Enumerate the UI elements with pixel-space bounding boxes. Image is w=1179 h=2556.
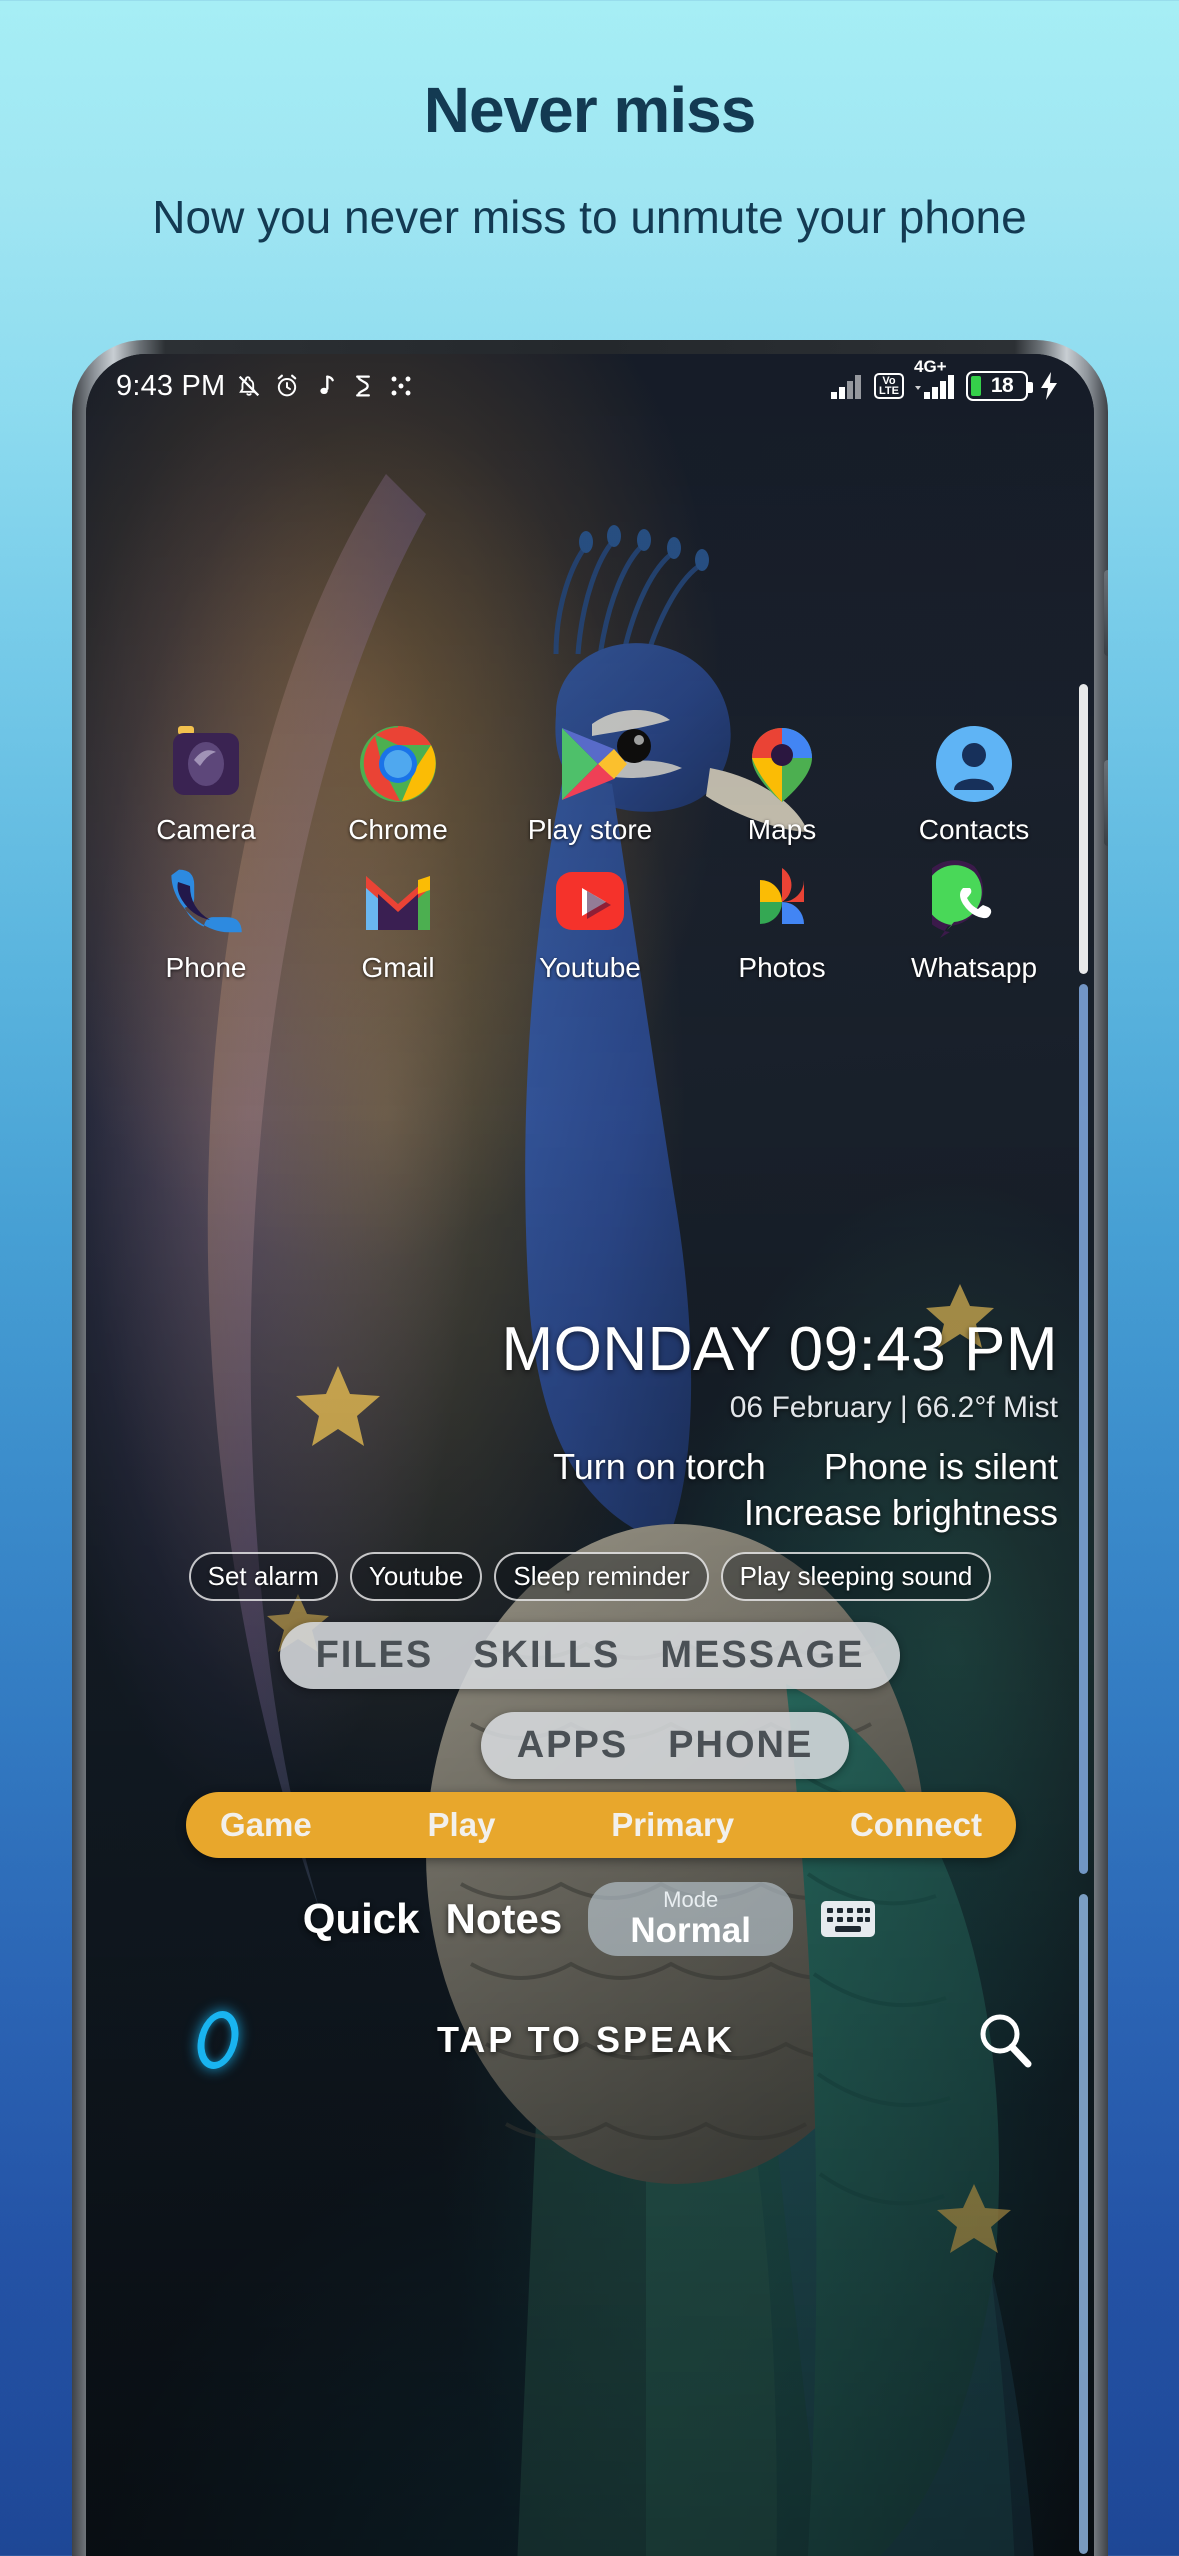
keyboard-icon[interactable]	[819, 1897, 877, 1941]
orange-action-bar: Game Play Primary Connect	[186, 1792, 1016, 1858]
action-phone-is-silent[interactable]: Phone is silent	[824, 1446, 1058, 1487]
app-photos[interactable]: Photos	[696, 860, 868, 984]
network-indicator: 4G+	[914, 357, 956, 400]
clock-widget[interactable]: MONDAY 09:43 PM 06 February | 66.2°f Mis…	[86, 1314, 1094, 1425]
phone-mockup: 9:43 PM Vo LTE 4G+ 18 Camera Chrome Play…	[72, 340, 1108, 2556]
app-label: Camera	[156, 814, 256, 845]
mode-value: Normal	[630, 1911, 751, 1951]
quick-button[interactable]: Quick	[303, 1895, 420, 1943]
app-label: Gmail	[361, 952, 435, 983]
clock-main: MONDAY 09:43 PM	[501, 1315, 1058, 1384]
page-subtitle: Now you never miss to unmute your phone	[152, 191, 1027, 243]
capsule-row-top: FILES SKILLS MESSAGE	[86, 1622, 1094, 1689]
app-label: Youtube	[539, 952, 641, 983]
play-store-app-icon	[548, 722, 632, 806]
action-turn-on-torch[interactable]: Turn on torch	[553, 1446, 766, 1487]
photos-app-icon	[740, 860, 824, 944]
alarm-clock-icon	[278, 374, 297, 397]
status-time: 9:43 PM	[116, 369, 226, 402]
chip-set-alarm[interactable]: Set alarm	[188, 1552, 338, 1601]
app-label: Contacts	[918, 814, 1030, 845]
app-row-2: Phone Gmail Youtube Photos Whatsapp	[120, 860, 1060, 984]
tap-to-speak-label: TAP TO SPEAK	[436, 2019, 736, 2060]
action-row-2: Increase brightness	[122, 1490, 1058, 1536]
phone-app-icon	[164, 860, 248, 944]
app-row-1: Camera Chrome Play store Maps Contacts	[120, 722, 1060, 846]
search-icon[interactable]	[974, 2009, 1036, 2071]
orange-item-game[interactable]: Game	[220, 1806, 312, 1844]
network-type-label: 4G+	[914, 357, 947, 376]
capsule-item-files[interactable]: FILES	[316, 1634, 434, 1677]
capsule-item-message[interactable]: MESSAGE	[660, 1634, 864, 1677]
app-label: Photos	[738, 952, 826, 983]
status-bar: 9:43 PM Vo LTE 4G+ 18	[86, 354, 1094, 418]
tap-to-speak-bar[interactable]: TAP TO SPEAK	[86, 1994, 1094, 2086]
orange-item-primary[interactable]: Primary	[611, 1806, 734, 1844]
mode-label: Mode	[663, 1887, 719, 1912]
volume-down-button[interactable]	[1104, 760, 1108, 846]
capsule-item-phone[interactable]: PHONE	[668, 1724, 813, 1767]
app-camera[interactable]: Camera	[120, 722, 292, 846]
status-bar-left: 9:43 PM	[116, 370, 415, 403]
hourglass-icon	[356, 375, 371, 397]
clock-date-weather: 06 February | 66.2°f Mist	[729, 1391, 1058, 1424]
app-phone[interactable]: Phone	[120, 860, 292, 984]
assistant-actions: Turn on torch Phone is silent Increase b…	[86, 1444, 1094, 1536]
gmail-app-icon	[356, 860, 440, 944]
chrome-app-icon	[356, 722, 440, 806]
action-row-1: Turn on torch Phone is silent	[122, 1444, 1058, 1490]
orange-item-play[interactable]: Play	[428, 1806, 496, 1844]
mute-bell-icon	[239, 375, 260, 397]
app-label: Maps	[747, 814, 817, 845]
hero-header: Never miss Now you never miss to unmute …	[0, 0, 1179, 249]
quick-notes-row: Quick Notes Mode Normal	[86, 1882, 1094, 1957]
app-gmail[interactable]: Gmail	[312, 860, 484, 984]
app-grid: Camera Chrome Play store Maps Contacts P…	[86, 722, 1094, 998]
volte-badge: Vo LTE	[874, 372, 904, 400]
notes-button[interactable]: Notes	[446, 1895, 563, 1943]
app-maps[interactable]: Maps	[696, 722, 868, 846]
page-title: Never miss	[423, 74, 757, 146]
charging-bolt-icon	[1041, 372, 1057, 400]
capsule-files-skills-message: FILES SKILLS MESSAGE	[279, 1622, 901, 1689]
battery-percent: 18	[990, 374, 1014, 397]
battery-indicator: 18	[966, 371, 1033, 401]
suggestion-chips: Set alarm Youtube Sleep reminder Play sl…	[86, 1552, 1094, 1601]
phone-screen: 9:43 PM Vo LTE 4G+ 18 Camera Chrome Play…	[86, 354, 1094, 2556]
app-contacts[interactable]: Contacts	[888, 722, 1060, 846]
edge-indicator-bottom	[1079, 1894, 1088, 2554]
app-play-store[interactable]: Play store	[504, 722, 676, 846]
battery-fill	[971, 376, 981, 396]
chip-play-sleeping-sound[interactable]: Play sleeping sound	[720, 1552, 992, 1601]
camera-app-icon	[164, 722, 248, 806]
contacts-app-icon	[932, 722, 1016, 806]
capsule-row-bottom: APPS PHONE	[86, 1712, 1094, 1779]
maps-app-icon	[740, 722, 824, 806]
signal-bars-sim1-icon	[831, 375, 862, 399]
orange-item-connect[interactable]: Connect	[850, 1806, 982, 1844]
youtube-app-icon	[548, 860, 632, 944]
music-note-icon	[320, 375, 335, 395]
status-bar-right: Vo LTE 4G+ 18	[830, 357, 1060, 401]
app-label: Play store	[527, 814, 653, 845]
mode-pill[interactable]: Mode Normal	[588, 1882, 794, 1957]
app-label: Chrome	[348, 814, 448, 845]
chip-sleep-reminder[interactable]: Sleep reminder	[494, 1552, 709, 1601]
whatsapp-app-icon	[918, 860, 1016, 944]
capsule-item-apps[interactable]: APPS	[517, 1724, 628, 1767]
chip-youtube[interactable]: Youtube	[349, 1552, 483, 1601]
action-increase-brightness[interactable]: Increase brightness	[744, 1492, 1058, 1533]
app-label: Whatsapp	[910, 952, 1038, 983]
app-chrome[interactable]: Chrome	[312, 722, 484, 846]
app-label: Phone	[165, 952, 247, 983]
volte-bottom: LTE	[879, 385, 899, 397]
app-whatsapp[interactable]: Whatsapp	[888, 860, 1060, 984]
capsule-item-skills[interactable]: SKILLS	[473, 1634, 620, 1677]
share-dots-icon	[391, 376, 411, 396]
capsule-apps-phone: APPS PHONE	[480, 1712, 850, 1779]
app-youtube[interactable]: Youtube	[504, 860, 676, 984]
volume-up-button[interactable]	[1104, 570, 1108, 656]
